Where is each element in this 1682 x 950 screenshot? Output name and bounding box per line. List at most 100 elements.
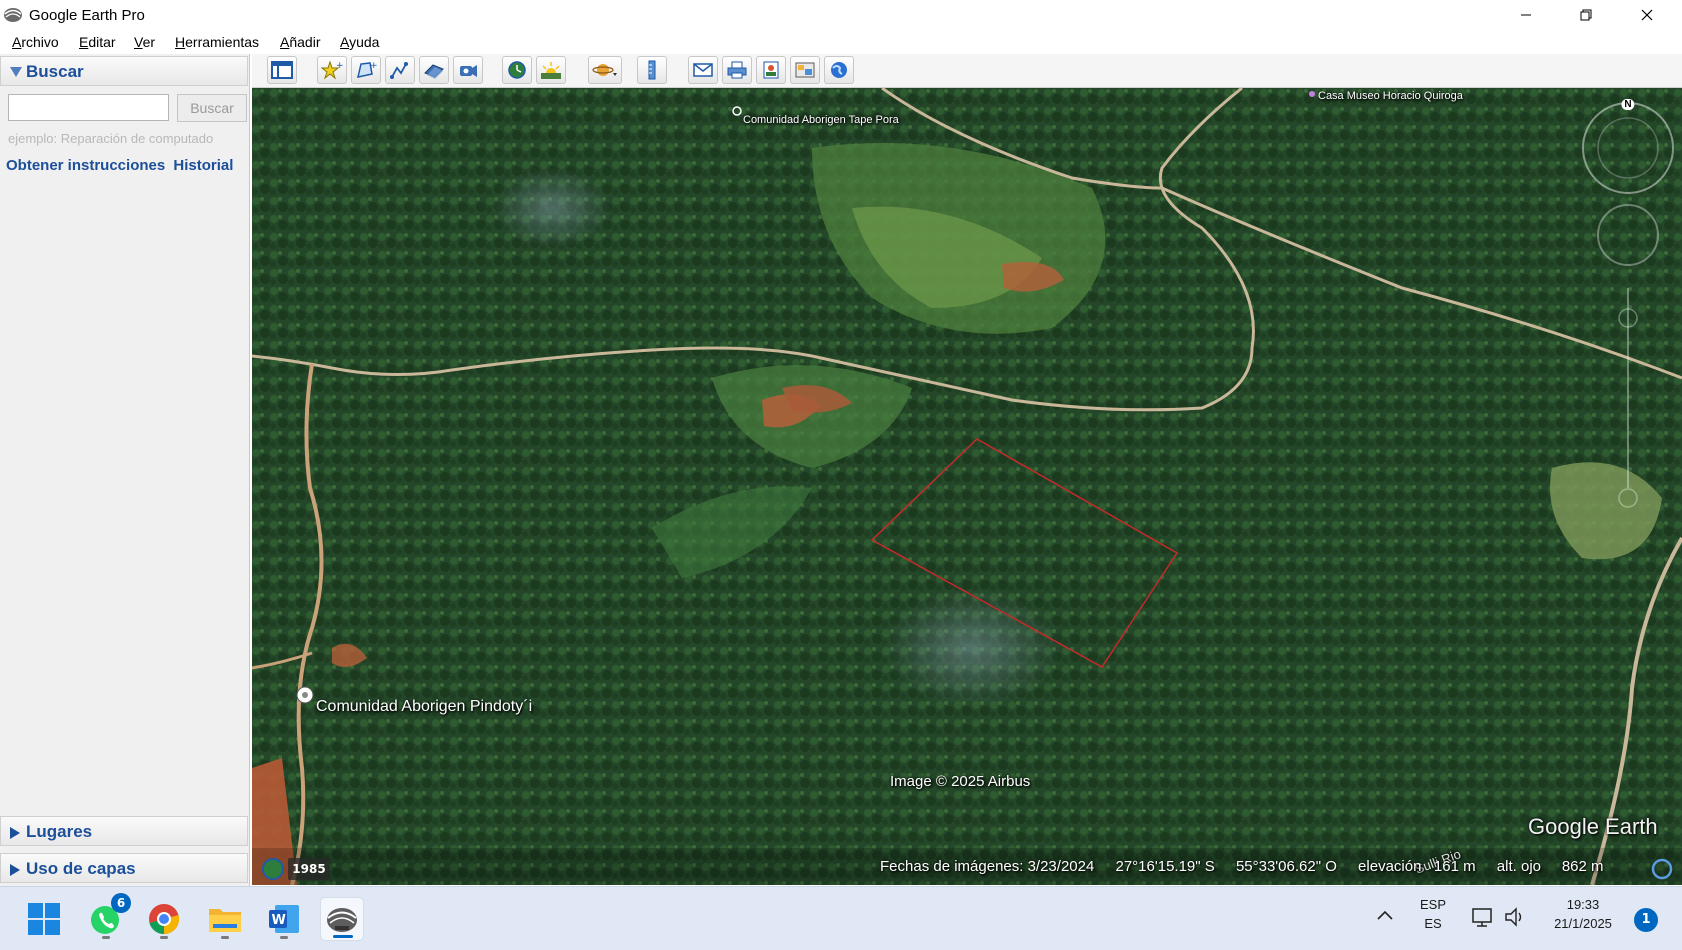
show-hidden-icons-button[interactable] bbox=[1376, 907, 1394, 926]
satellite-imagery bbox=[252, 88, 1682, 885]
file-explorer-taskbar-button[interactable] bbox=[203, 897, 247, 941]
search-panel-header[interactable]: Buscar bbox=[0, 56, 248, 86]
close-icon bbox=[1641, 9, 1653, 21]
historical-year-badge[interactable]: 1985 bbox=[288, 858, 330, 880]
speaker-icon bbox=[1505, 907, 1522, 927]
minimize-button[interactable] bbox=[1503, 0, 1549, 30]
chevron-up-icon bbox=[1377, 910, 1393, 920]
google-earth-logo: Google Earth bbox=[1528, 814, 1658, 839]
restore-button[interactable] bbox=[1563, 0, 1609, 30]
toolbar: + + bbox=[252, 54, 1682, 88]
running-indicator bbox=[160, 936, 168, 939]
google-earth-app-icon bbox=[4, 8, 22, 22]
clock-button[interactable]: 19:33 21/1/2025 bbox=[1543, 897, 1623, 931]
svg-text:+: + bbox=[336, 61, 343, 71]
clock-date: 21/1/2025 bbox=[1554, 916, 1612, 931]
ruler-icon bbox=[648, 60, 656, 80]
menu-ayuda[interactable]: Ayuda bbox=[340, 34, 379, 50]
polygon-icon: + bbox=[357, 61, 377, 78]
placemark-icon: + bbox=[321, 60, 343, 80]
email-icon bbox=[693, 63, 713, 77]
minimize-icon bbox=[1521, 14, 1531, 16]
expand-triangle-icon bbox=[10, 827, 20, 839]
planets-button[interactable] bbox=[588, 56, 622, 84]
restore-icon bbox=[1580, 9, 1592, 21]
close-button[interactable] bbox=[1624, 0, 1670, 30]
view-in-maps-button[interactable] bbox=[790, 56, 820, 84]
running-indicator bbox=[280, 936, 288, 939]
sunlight-button[interactable] bbox=[536, 56, 566, 84]
places-panel-header[interactable]: Lugares bbox=[0, 816, 248, 846]
title-bar: Google Earth Pro bbox=[0, 0, 1682, 30]
active-indicator bbox=[333, 935, 353, 938]
earth-view-button[interactable] bbox=[824, 56, 854, 84]
search-button[interactable]: Buscar bbox=[177, 94, 247, 122]
running-indicator bbox=[102, 936, 110, 939]
folder-icon bbox=[209, 909, 241, 932]
running-indicator bbox=[221, 936, 229, 939]
status-bar: Fechas de imágenes: 3/23/2024 27°16'15.1… bbox=[880, 858, 1621, 875]
community-main-label[interactable]: Comunidad Aborigen Pindoty´i bbox=[316, 698, 532, 716]
add-image-overlay-button[interactable] bbox=[419, 56, 449, 84]
add-placemark-button[interactable]: + bbox=[317, 56, 347, 84]
notification-badge[interactable]: 1 bbox=[1634, 908, 1658, 932]
menu-herramientas[interactable]: Herramientas bbox=[175, 34, 259, 50]
record-tour-icon bbox=[460, 65, 477, 77]
svg-text:W: W bbox=[272, 913, 286, 928]
whatsapp-taskbar-button[interactable]: 6 bbox=[84, 893, 131, 941]
menu-archivo[interactable]: Archivo bbox=[12, 34, 59, 50]
layers-panel-title: Uso de capas bbox=[26, 859, 136, 878]
menu-ver[interactable]: Ver bbox=[134, 34, 155, 50]
search-links: Obtener instrucciones Historial bbox=[6, 157, 237, 174]
historical-imagery-icon bbox=[508, 61, 526, 79]
window-title: Google Earth Pro bbox=[29, 7, 145, 24]
start-button[interactable] bbox=[22, 897, 66, 941]
google-earth-taskbar-button[interactable] bbox=[320, 897, 364, 941]
network-icon bbox=[1472, 908, 1492, 927]
print-icon bbox=[727, 61, 747, 79]
input-language-button[interactable]: ESP ES bbox=[1411, 897, 1455, 931]
elevation-readout: elevación 161 m bbox=[1358, 858, 1476, 875]
imagery-copyright: Image © 2025 Airbus bbox=[890, 773, 1031, 790]
menu-editar[interactable]: Editar bbox=[79, 34, 116, 50]
svg-text:+: + bbox=[370, 61, 377, 71]
path-icon bbox=[390, 62, 408, 79]
expand-triangle-icon bbox=[10, 864, 20, 876]
planets-icon bbox=[592, 64, 617, 76]
email-button[interactable] bbox=[688, 56, 718, 84]
chrome-taskbar-button[interactable] bbox=[142, 897, 186, 941]
sidebar-toggle-button[interactable] bbox=[267, 56, 297, 84]
image-date: Fechas de imágenes: 3/23/2024 bbox=[880, 858, 1095, 875]
latitude-readout: 27°16'15.19" S bbox=[1115, 858, 1215, 875]
search-panel-title: Buscar bbox=[26, 62, 84, 81]
longitude-readout: 55°33'06.62" O bbox=[1235, 858, 1337, 875]
volume-button[interactable] bbox=[1503, 906, 1527, 932]
museum-label[interactable]: Casa Museo Horacio Quiroga bbox=[1318, 90, 1463, 102]
clock-time: 19:33 bbox=[1566, 897, 1600, 912]
add-polygon-button[interactable]: + bbox=[351, 56, 381, 84]
word-taskbar-button[interactable]: W bbox=[262, 897, 306, 941]
print-button[interactable] bbox=[722, 56, 752, 84]
historical-imagery-button[interactable] bbox=[502, 56, 532, 84]
sidebar: Buscar Lugares Uso de capas bbox=[0, 54, 250, 886]
add-path-button[interactable] bbox=[385, 56, 415, 84]
history-link[interactable]: Historial bbox=[173, 157, 233, 174]
search-hint: ejemplo: Reparación de computado bbox=[8, 131, 214, 146]
record-tour-button[interactable] bbox=[453, 56, 483, 84]
map-view[interactable]: N Comunidad Aborigen Tape Pora Casa Muse… bbox=[252, 88, 1682, 885]
menu-anadir[interactable]: Añadir bbox=[280, 34, 320, 50]
google-earth-icon bbox=[327, 908, 357, 932]
places-panel-title: Lugares bbox=[26, 822, 93, 841]
globe-icon bbox=[831, 62, 847, 78]
search-input[interactable] bbox=[8, 94, 169, 121]
ruler-button[interactable] bbox=[637, 56, 667, 84]
community-top-label[interactable]: Comunidad Aborigen Tape Pora bbox=[743, 114, 899, 126]
chrome-icon bbox=[149, 904, 180, 935]
get-directions-link[interactable]: Obtener instrucciones bbox=[6, 157, 165, 174]
save-image-button[interactable] bbox=[756, 56, 786, 84]
view-in-maps-icon bbox=[795, 62, 815, 78]
network-status-button[interactable] bbox=[1471, 906, 1495, 932]
sidebar-toggle-icon bbox=[271, 61, 293, 79]
layers-panel-header[interactable]: Uso de capas bbox=[0, 853, 248, 883]
windows-start-icon bbox=[28, 903, 60, 935]
